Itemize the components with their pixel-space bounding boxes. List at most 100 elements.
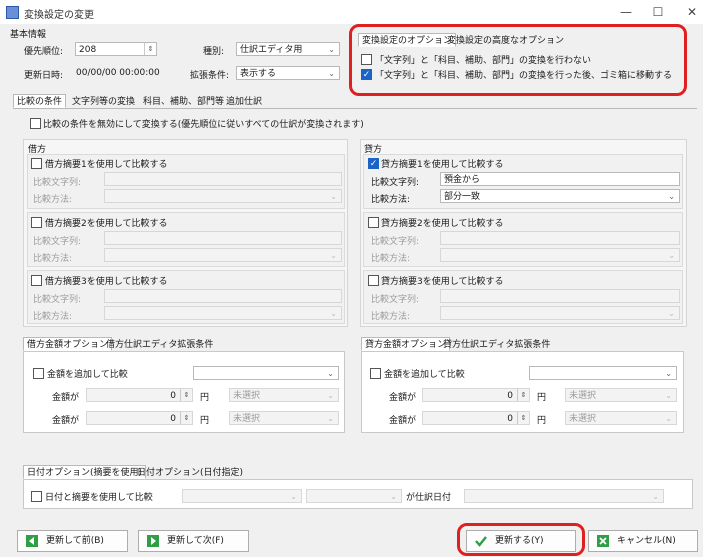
debit-s3-str-label: 比較文字列: <box>33 295 82 305</box>
type-dropdown[interactable]: 仕訳エディタ用 ⌄ <box>236 42 340 56</box>
chevron-down-icon: ⌄ <box>330 309 337 318</box>
debit-cond-2-value: 未選択 <box>233 414 261 424</box>
debit-amount-to-cond[interactable]: 未選択 ⌄ <box>229 411 339 425</box>
chevron-down-icon: ⌄ <box>668 309 675 318</box>
tab-divider <box>13 108 697 109</box>
credit-amount-to-input[interactable]: 0 ⇕ <box>422 411 530 425</box>
credit-s3-checkbox[interactable] <box>368 275 379 286</box>
debit-s1-str-label: 比較文字列: <box>33 178 82 188</box>
credit-s1-str-input[interactable]: 預金から <box>440 172 680 186</box>
update-next-label: 更新して次(F) <box>167 536 224 546</box>
credit-amount-dropdown[interactable]: ⌄ <box>529 366 677 380</box>
debit-s3-method-dropdown[interactable]: ⌄ <box>104 306 342 320</box>
date-dropdown-2[interactable]: ⌄ <box>306 489 402 503</box>
chevron-down-icon: ⌄ <box>328 45 335 54</box>
tab-additional-entry[interactable]: 追加仕訳 <box>222 94 266 108</box>
credit-s3-str-label: 比較文字列: <box>371 295 420 305</box>
debit-amount-dropdown[interactable]: ⌄ <box>193 366 339 380</box>
debit-s3-str-input[interactable] <box>104 289 342 303</box>
debit-amount-from-input[interactable]: 0 ⇕ <box>86 388 193 402</box>
update-prev-label: 更新して前(B) <box>46 536 104 546</box>
tab-options[interactable]: 変換設定のオプション <box>358 33 457 47</box>
credit-s1-checkbox[interactable]: ✓ <box>368 158 379 169</box>
tab-string-convert[interactable]: 文字列等の変換 <box>68 94 139 108</box>
credit-amount-to-spinner[interactable]: ⇕ <box>517 412 529 424</box>
credit-amount-from-input[interactable]: 0 ⇕ <box>422 388 530 402</box>
title-bar: 変換設定の変更 — ☐ ✕ <box>0 0 703 24</box>
tab-credit-editor[interactable]: 貸方仕訳エディタ拡張条件 <box>439 337 554 351</box>
tab-credit-amount[interactable]: 貸方金額オプション <box>361 337 451 351</box>
update-ok-label: 更新する(Y) <box>495 536 544 546</box>
debit-s1-method-dropdown[interactable]: ⌄ <box>104 189 342 203</box>
disable-compare-label: 比較の条件を無効にして変換する(優先順位に従いすべての仕訳が変換されます) <box>43 120 364 130</box>
debit-amount-to-spinner[interactable]: ⇕ <box>180 412 192 424</box>
arrow-left-icon <box>26 535 38 547</box>
debit-cond-1-value: 未選択 <box>233 391 261 401</box>
date-dropdown-1[interactable]: ⌄ <box>182 489 302 503</box>
debit-s3-method-label: 比較方法: <box>33 312 73 322</box>
credit-s2-checkbox[interactable] <box>368 217 379 228</box>
trash-label: 「文字列」と「科目、補助、部門」の変換を行った後、ゴミ箱に移動する <box>375 71 673 81</box>
tab-debit-editor[interactable]: 借方仕訳エディタ拡張条件 <box>102 337 217 351</box>
credit-s1-method-value: 部分一致 <box>444 192 481 202</box>
chevron-down-icon: ⌄ <box>328 69 335 78</box>
debit-amount-to-input[interactable]: 0 ⇕ <box>86 411 193 425</box>
debit-amount-from-cond[interactable]: 未選択 ⌄ <box>229 388 339 402</box>
debit-s1-str-input[interactable] <box>104 172 342 186</box>
tab-date-summary[interactable]: 日付オプション(摘要を使用) <box>23 465 147 479</box>
ext-dropdown[interactable]: 表示する ⌄ <box>236 66 340 80</box>
credit-s2-method-dropdown[interactable]: ⌄ <box>440 248 680 262</box>
debit-amount-checkbox[interactable] <box>33 368 44 379</box>
trash-checkbox[interactable]: ✓ <box>361 69 372 80</box>
credit-s3-str-input[interactable] <box>440 289 680 303</box>
tab-account[interactable]: 科目、補助、部門等 <box>139 94 228 108</box>
credit-amount-to-value: 0 <box>507 414 513 424</box>
maximize-icon[interactable]: ☐ <box>650 4 666 20</box>
updated-value: 00/00/00 00:00:00 <box>76 68 160 78</box>
debit-amount-from-value: 0 <box>170 391 176 401</box>
chevron-down-icon: ⌄ <box>665 391 672 400</box>
credit-amount-checkbox[interactable] <box>370 368 381 379</box>
credit-s3-method-dropdown[interactable]: ⌄ <box>440 306 680 320</box>
debit-s2-checkbox[interactable] <box>31 217 42 228</box>
debit-amount-from-label: 金額が <box>52 393 80 403</box>
disable-compare-checkbox[interactable] <box>30 118 41 129</box>
update-next-button[interactable]: 更新して次(F) <box>138 530 249 552</box>
close-icon[interactable]: ✕ <box>684 4 700 20</box>
credit-s2-str-input[interactable] <box>440 231 680 245</box>
credit-s1-label: 貸方摘要1を使用して比較する <box>381 160 504 170</box>
credit-amount-from-value: 0 <box>507 391 513 401</box>
tab-date-specified[interactable]: 日付オプション(日付指定) <box>133 465 247 479</box>
updated-label: 更新日時: <box>24 71 64 81</box>
date-checkbox[interactable] <box>31 491 42 502</box>
debit-s3-checkbox[interactable] <box>31 275 42 286</box>
credit-s3-label: 貸方摘要3を使用して比較する <box>381 277 504 287</box>
debit-s1-label: 借方摘要1を使用して比較する <box>45 160 168 170</box>
priority-input[interactable]: 208 ⇕ <box>75 42 157 56</box>
chevron-down-icon: ⌄ <box>330 192 337 201</box>
debit-amount-from-spinner[interactable]: ⇕ <box>180 389 192 401</box>
cancel-button[interactable]: キャンセル(N) <box>588 530 698 552</box>
date-dropdown-3[interactable]: ⌄ <box>464 489 664 503</box>
debit-s2-method-dropdown[interactable]: ⌄ <box>104 248 342 262</box>
credit-amount-to-cond[interactable]: 未選択 ⌄ <box>565 411 677 425</box>
update-prev-button[interactable]: 更新して前(B) <box>17 530 128 552</box>
type-value: 仕訳エディタ用 <box>240 45 303 55</box>
tab-debit-amount[interactable]: 借方金額オプション <box>23 337 113 351</box>
debit-yen-2: 円 <box>200 416 210 426</box>
credit-amount-from-spinner[interactable]: ⇕ <box>517 389 529 401</box>
chevron-down-icon: ⌄ <box>665 414 672 423</box>
no-convert-checkbox[interactable] <box>361 54 372 65</box>
update-ok-button[interactable]: 更新する(Y) <box>466 530 576 552</box>
priority-spinner[interactable]: ⇕ <box>144 43 156 55</box>
debit-s2-str-input[interactable] <box>104 231 342 245</box>
tab-advanced-options[interactable]: 変換設定の高度なオプション <box>443 33 568 47</box>
tab-compare-conditions[interactable]: 比較の条件 <box>13 94 67 108</box>
priority-label: 優先順位: <box>24 47 64 57</box>
debit-s2-method-label: 比較方法: <box>33 254 73 264</box>
arrow-right-icon <box>147 535 159 547</box>
debit-s1-checkbox[interactable] <box>31 158 42 169</box>
credit-s1-method-dropdown[interactable]: 部分一致 ⌄ <box>440 189 680 203</box>
minimize-icon[interactable]: — <box>618 4 634 20</box>
credit-amount-from-cond[interactable]: 未選択 ⌄ <box>565 388 677 402</box>
